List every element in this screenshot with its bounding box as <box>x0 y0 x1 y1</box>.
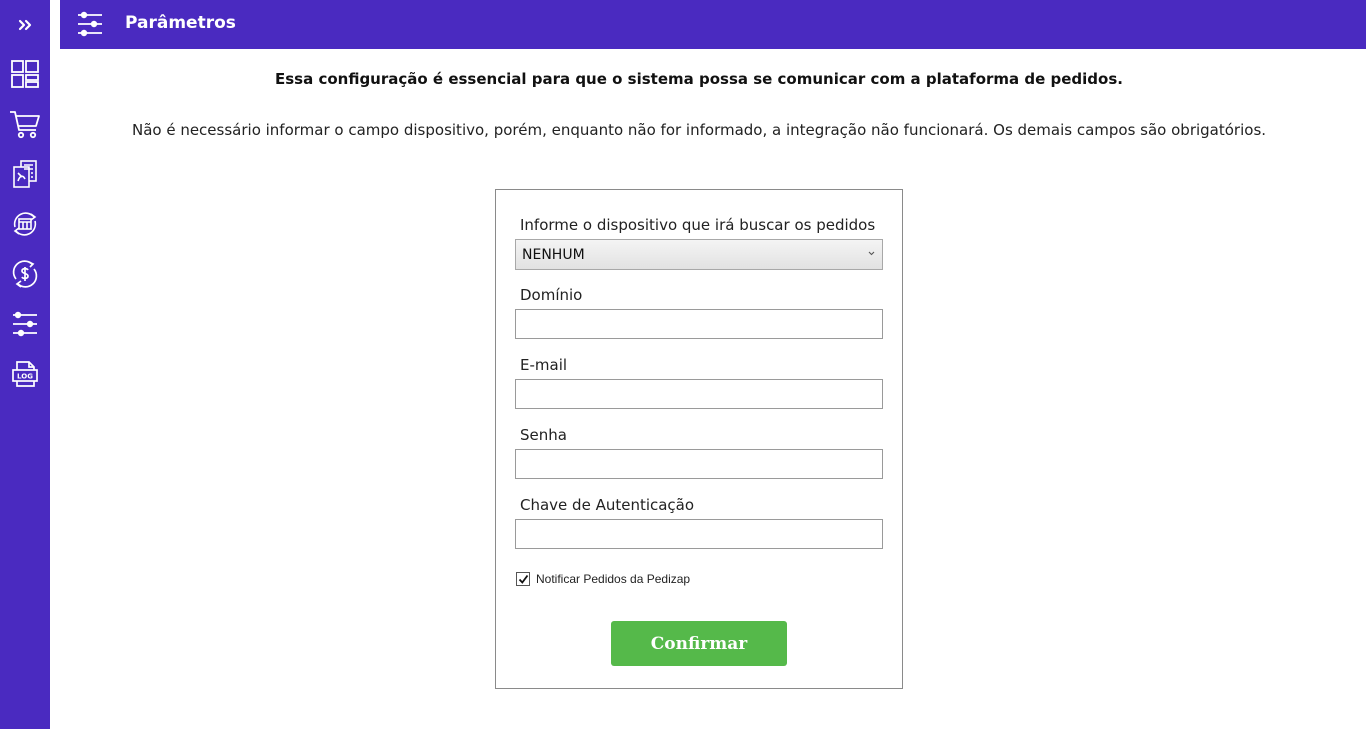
parameters-form: Informe o dispositivo que irá buscar os … <box>495 189 903 689</box>
sidebar-item-finance[interactable] <box>0 252 50 296</box>
domain-field[interactable] <box>515 309 883 339</box>
device-select[interactable]: NENHUM <box>515 239 883 270</box>
intro-bold-text: Essa configuração é essencial para que o… <box>275 70 1123 88</box>
auth-key-field[interactable] <box>515 519 883 549</box>
notify-checkbox[interactable] <box>516 572 530 586</box>
sync-store-icon <box>13 212 37 236</box>
cart-icon <box>10 111 40 139</box>
chevron-down-icon <box>868 251 875 256</box>
dollar-sync-icon <box>12 260 38 288</box>
sidebar-item-cart[interactable] <box>0 102 50 146</box>
email-label: E-mail <box>520 356 568 374</box>
notify-option: Notificar Pedidos da Pedizap <box>516 572 690 586</box>
device-label: Informe o dispositivo que irá buscar os … <box>520 216 876 234</box>
sidebar-item-documents[interactable] <box>0 152 50 196</box>
sidebar-expand-button[interactable] <box>0 3 50 47</box>
password-field[interactable] <box>515 449 883 479</box>
checkmark-icon <box>518 574 528 584</box>
sidebar-item-parameters[interactable] <box>0 302 50 346</box>
notify-label: Notificar Pedidos da Pedizap <box>536 572 691 586</box>
sliders-icon <box>13 311 37 337</box>
documents-icon <box>13 160 37 188</box>
chevrons-right-icon <box>18 19 32 31</box>
sidebar: LOG <box>0 0 50 729</box>
auth-key-label: Chave de Autenticação <box>520 496 695 514</box>
page-title: Parâmetros <box>125 13 236 33</box>
password-label: Senha <box>520 426 567 444</box>
sidebar-item-sync[interactable] <box>0 202 50 246</box>
sidebar-item-dashboard[interactable] <box>0 52 50 96</box>
page-header: Parâmetros <box>60 0 1366 49</box>
dashboard-icon <box>11 60 39 88</box>
email-field[interactable] <box>515 379 883 409</box>
intro-note-text: Não é necessário informar o campo dispos… <box>131 121 1267 139</box>
domain-label: Domínio <box>520 286 583 304</box>
svg-text:LOG: LOG <box>17 373 33 381</box>
confirm-button[interactable]: Confirmar <box>611 621 787 666</box>
sidebar-item-log[interactable]: LOG <box>0 352 50 396</box>
log-file-icon: LOG <box>12 361 38 387</box>
sliders-icon <box>78 11 102 37</box>
device-select-value: NENHUM <box>522 246 585 263</box>
